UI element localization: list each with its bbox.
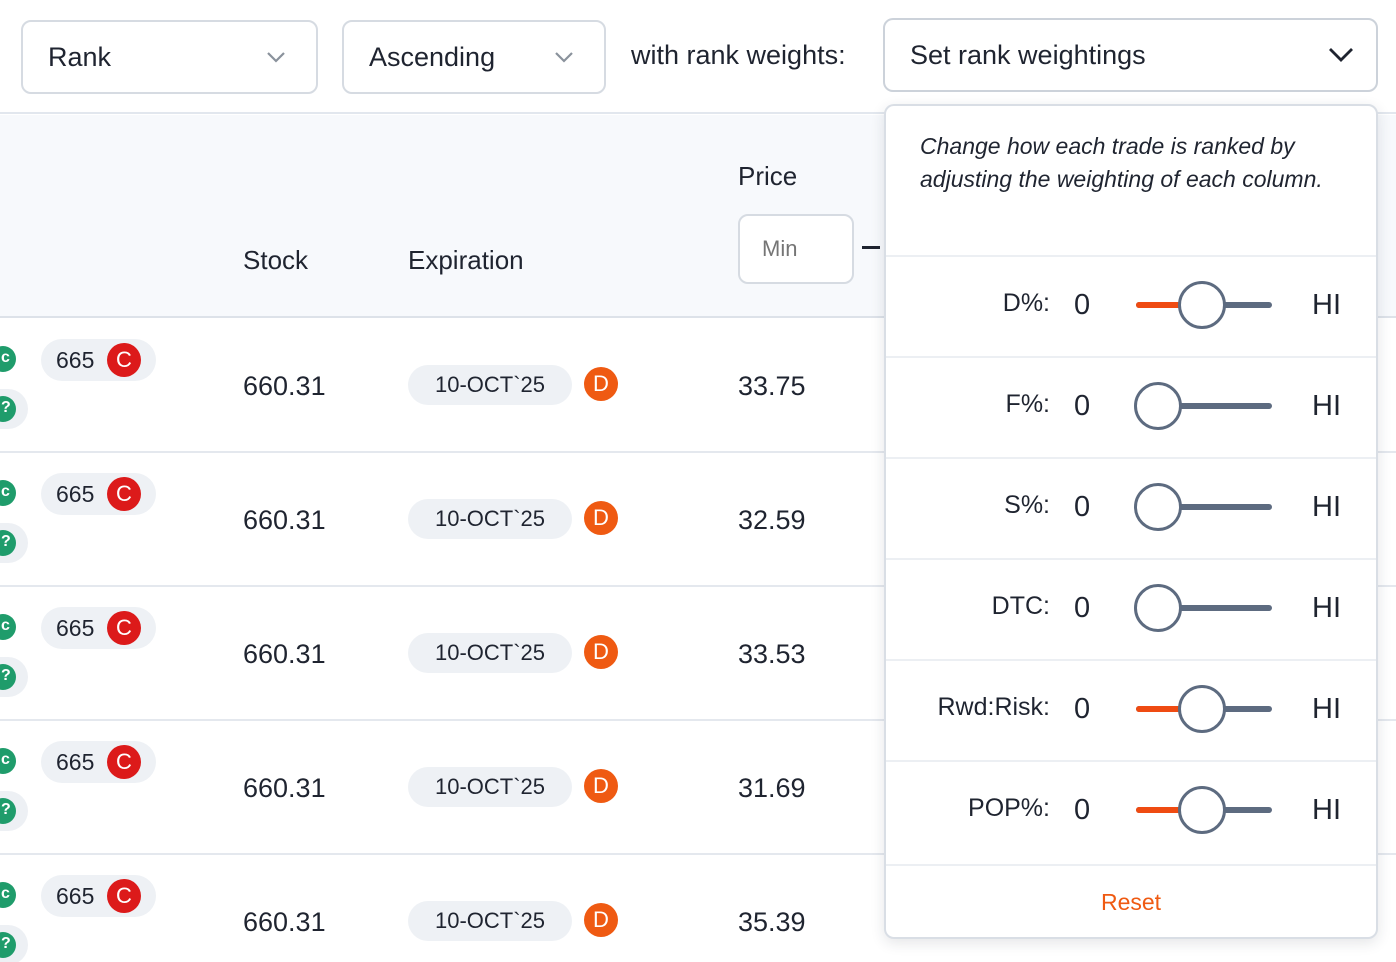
weight-slider-handle[interactable]: [1178, 786, 1226, 834]
call-badge-icon: C: [107, 477, 141, 511]
sort-field-select[interactable]: Rank: [21, 20, 318, 94]
strike-value: 665: [56, 346, 95, 373]
column-header-stock: Stock: [243, 245, 309, 275]
weight-row-s-pct: S%: 0 HI: [886, 457, 1376, 558]
weight-label: F%:: [1005, 390, 1050, 418]
option-price: 32.59: [738, 505, 806, 535]
toolbar: Rank Ascending with rank weights: Set ra…: [0, 0, 1396, 114]
strike-value: 665: [56, 882, 95, 909]
expiration-badge-icon: D: [584, 769, 618, 803]
range-separator: [862, 246, 880, 249]
expiration-pill: 10-OCT`25: [408, 767, 572, 807]
expiration-pill: 10-OCT`25: [408, 365, 572, 405]
expiration-badge-icon: D: [584, 367, 618, 401]
option-price: 33.53: [738, 639, 806, 669]
strike-pill: 665 C: [41, 741, 156, 783]
weight-slider-handle[interactable]: [1134, 382, 1182, 430]
green-status-icon: c: [0, 614, 16, 640]
expiration-pill: 10-OCT`25: [408, 633, 572, 673]
column-header-expiration: Expiration: [408, 245, 524, 275]
weight-label: POP%:: [968, 794, 1050, 822]
chevron-down-icon: [267, 52, 285, 63]
weight-high-label: HI: [1312, 592, 1341, 624]
strike-value: 665: [56, 480, 95, 507]
stock-price: 660.31: [243, 907, 326, 937]
chevron-down-icon: [1329, 48, 1353, 62]
weight-row-d-pct: D%: 0 HI: [886, 255, 1376, 356]
weight-high-label: HI: [1312, 491, 1341, 523]
expiration-badge-icon: D: [584, 635, 618, 669]
sort-order-value: Ascending: [369, 41, 496, 72]
option-price: 35.39: [738, 907, 806, 937]
option-price: 33.75: [738, 371, 806, 401]
strike-value: 665: [56, 614, 95, 641]
chevron-down-icon: [555, 52, 573, 63]
rank-weights-label: with rank weights:: [631, 40, 846, 70]
weight-low-label: 0: [1074, 289, 1091, 321]
strike-pill: 665 C: [41, 473, 156, 515]
weight-label: S%:: [1004, 491, 1050, 519]
weight-label: D%:: [1002, 289, 1050, 317]
stock-price: 660.31: [243, 371, 326, 401]
weight-slider-handle[interactable]: [1134, 483, 1182, 531]
panel-description: Change how each trade is ranked by adjus…: [920, 133, 1323, 192]
weight-label: Rwd:Risk:: [937, 693, 1050, 721]
weight-low-label: 0: [1074, 592, 1091, 624]
call-badge-icon: C: [107, 745, 141, 779]
expiration-badge-icon: D: [584, 903, 618, 937]
weight-row-f-pct: F%: 0 HI: [886, 356, 1376, 457]
call-badge-icon: C: [107, 343, 141, 377]
price-min-input[interactable]: [738, 214, 854, 284]
weight-slider-handle[interactable]: [1134, 584, 1182, 632]
sort-field-value: Rank: [48, 41, 112, 72]
weight-slider-handle[interactable]: [1178, 281, 1226, 329]
weight-low-label: 0: [1074, 491, 1091, 523]
sort-order-select[interactable]: Ascending: [342, 20, 606, 94]
green-status-icon: c: [0, 346, 16, 372]
weight-high-label: HI: [1312, 390, 1341, 422]
rank-weights-dropdown-label: Set rank weightings: [910, 39, 1146, 70]
weight-slider-handle[interactable]: [1178, 685, 1226, 733]
weight-low-label: 0: [1074, 794, 1091, 826]
green-status-icon: c: [0, 480, 16, 506]
weight-label: DTC:: [991, 592, 1050, 620]
stock-price: 660.31: [243, 639, 326, 669]
reset-button[interactable]: Reset: [886, 864, 1376, 939]
call-badge-icon: C: [107, 879, 141, 913]
weight-high-label: HI: [1312, 693, 1341, 725]
green-status-icon: c: [0, 882, 16, 908]
strike-pill: 665 C: [41, 607, 156, 649]
rank-weights-dropdown[interactable]: Set rank weightings: [883, 18, 1378, 92]
weight-row-pop-pct: POP%: 0 HI: [886, 760, 1376, 861]
stock-price: 660.31: [243, 773, 326, 803]
expiration-badge-icon: D: [584, 501, 618, 535]
expiration-pill: 10-OCT`25: [408, 901, 572, 941]
green-status-icon: c: [0, 748, 16, 774]
strike-pill: 665 C: [41, 339, 156, 381]
weight-row-rwd-risk: Rwd:Risk: 0 HI: [886, 659, 1376, 760]
call-badge-icon: C: [107, 611, 141, 645]
weight-low-label: 0: [1074, 693, 1091, 725]
expiration-pill: 10-OCT`25: [408, 499, 572, 539]
weight-row-dtc: DTC: 0 HI: [886, 558, 1376, 659]
stock-price: 660.31: [243, 505, 326, 535]
option-price: 31.69: [738, 773, 806, 803]
weight-high-label: HI: [1312, 794, 1341, 826]
strike-value: 665: [56, 748, 95, 775]
rank-weights-panel: Change how each trade is ranked by adjus…: [884, 104, 1378, 939]
strike-pill: 665 C: [41, 875, 156, 917]
weight-low-label: 0: [1074, 390, 1091, 422]
weight-high-label: HI: [1312, 289, 1341, 321]
column-header-price: Price: [738, 161, 798, 191]
